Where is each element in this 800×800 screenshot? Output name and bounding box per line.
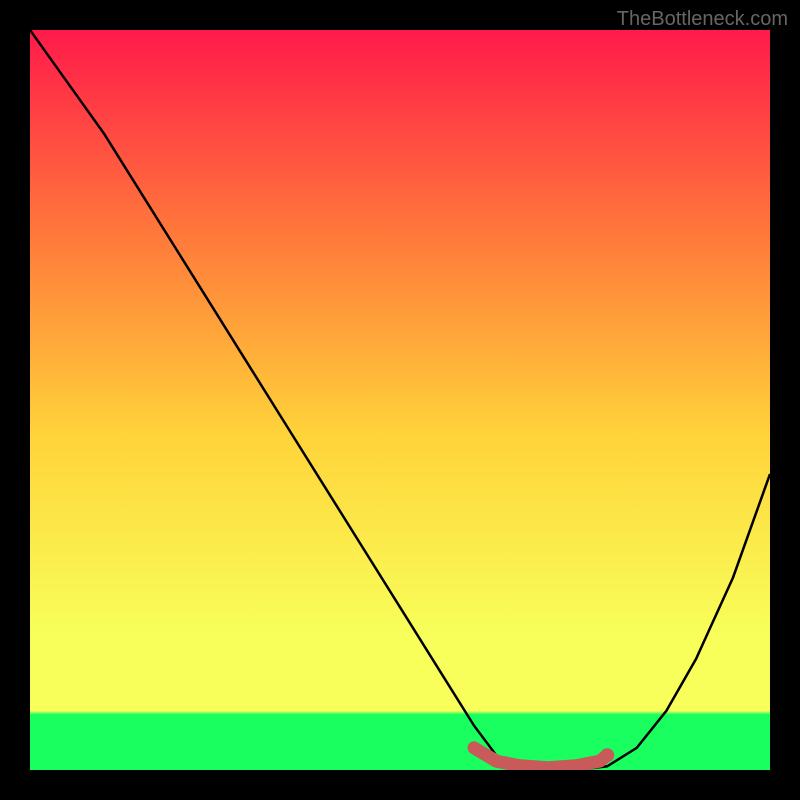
optimal-point-marker bbox=[600, 748, 614, 762]
chart-svg bbox=[30, 30, 770, 770]
gradient-background bbox=[30, 30, 770, 770]
watermark: TheBottleneck.com bbox=[617, 8, 788, 31]
bottleneck-chart bbox=[30, 30, 770, 770]
